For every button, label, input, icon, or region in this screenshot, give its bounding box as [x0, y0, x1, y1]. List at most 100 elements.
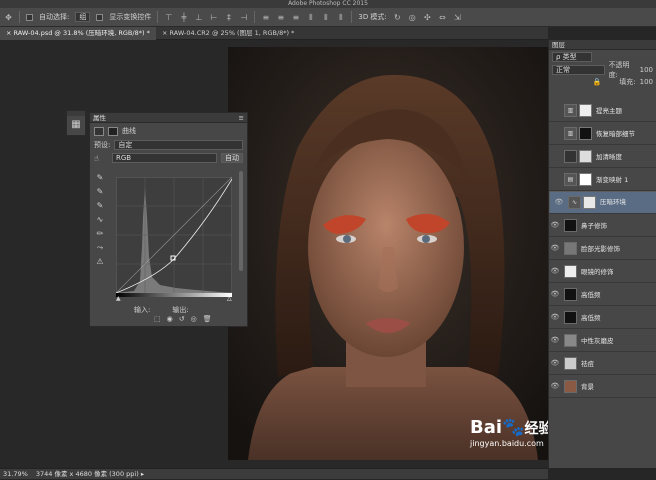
eye-icon[interactable]: 👁: [549, 290, 561, 298]
distribute-right-icon[interactable]: ⦀: [336, 13, 345, 22]
3d-slide-icon[interactable]: ⇔: [438, 13, 447, 22]
layer-row[interactable]: 👁 鼻子修饰: [549, 214, 656, 237]
distribute-left-icon[interactable]: ⦀: [306, 13, 315, 22]
eyedropper-white-icon[interactable]: ✎: [93, 199, 107, 213]
layer-name: 恢复暗部细节: [596, 130, 635, 138]
layer-row[interactable]: 👁 中性灰磨皮: [549, 329, 656, 352]
doc-info[interactable]: 3744 像素 x 4680 像素 (300 ppi): [36, 470, 139, 478]
arrow-right-icon[interactable]: ▸: [141, 470, 144, 478]
3d-roll-icon[interactable]: ◎: [408, 13, 417, 22]
layer-name: 中性灰磨皮: [581, 337, 614, 345]
layer-row[interactable]: 👁 祛痘: [549, 352, 656, 375]
curves-thumb-icon: ∿: [568, 196, 581, 209]
filter-dropdown[interactable]: ρ 类型: [552, 52, 592, 62]
clip-to-layer-icon[interactable]: ⬚: [154, 315, 161, 323]
layer-row[interactable]: 👁 脸部光影修饰: [549, 237, 656, 260]
visibility-icon[interactable]: ◎: [191, 315, 197, 323]
layer-thumb: [564, 379, 577, 393]
portrait-photo: [228, 47, 548, 460]
tab-close-icon[interactable]: ×: [6, 29, 11, 37]
3d-rotate-icon[interactable]: ↻: [393, 13, 402, 22]
opacity-value[interactable]: 100: [640, 66, 653, 74]
3d-scale-icon[interactable]: ⇲: [453, 13, 462, 22]
properties-panel: 属性 ≡ 曲线 预设: 自定 ☝ RGB 自动 ✎ ✎ ✎ ∿ ✏ ⤳ ⚠ ▲ …: [89, 112, 248, 327]
smooth-icon[interactable]: ⤳: [93, 241, 107, 255]
layer-row[interactable]: 加清晰度: [549, 145, 656, 168]
eyedropper-gray-icon[interactable]: ✎: [93, 185, 107, 199]
tab-close-icon[interactable]: ×: [162, 29, 167, 37]
hand-tool-icon[interactable]: ☝: [94, 154, 108, 163]
align-bottom-icon[interactable]: ⊥: [194, 13, 203, 22]
layer-row[interactable]: ▤ 渐变映射 1: [549, 168, 656, 191]
show-transform-checkbox[interactable]: [96, 13, 104, 21]
delete-icon[interactable]: 🗑: [203, 315, 212, 323]
move-tool-icon[interactable]: ✥: [4, 13, 13, 22]
panel-title: 属性: [93, 114, 106, 122]
eye-icon[interactable]: 👁: [549, 382, 561, 390]
panel-menu-icon[interactable]: ≡: [239, 113, 244, 123]
input-label: 输入:: [134, 306, 151, 314]
eye-icon[interactable]: 👁: [549, 221, 561, 229]
reset-icon[interactable]: ↺: [179, 315, 185, 323]
tab-raw04-cr2[interactable]: × RAW-04.CR2 @ 25% (图层 1, RGB/8*) *: [156, 27, 336, 40]
layers-panel: 图层 ρ 类型 正常 不透明度: 100 🔒 填充: 100 ▥ 提亮主题 ▥ 恢复…: [548, 40, 656, 468]
eye-icon[interactable]: 👁: [549, 359, 561, 367]
align-left-icon[interactable]: ⊢: [209, 13, 218, 22]
pencil-icon[interactable]: ✏: [93, 227, 107, 241]
lock-icon[interactable]: 🔒: [593, 78, 602, 86]
layers-panel-header: 图层: [549, 40, 656, 50]
fill-value[interactable]: 100: [640, 78, 653, 86]
auto-select-dropdown[interactable]: 组: [75, 12, 91, 22]
preset-dropdown[interactable]: 自定: [114, 140, 243, 150]
fill-label: 填充:: [619, 77, 636, 86]
layer-row[interactable]: 👁 眼镜的修饰: [549, 260, 656, 283]
mask-icon[interactable]: [108, 126, 118, 136]
align-top-icon[interactable]: ⊤: [164, 13, 173, 22]
layer-row[interactable]: 👁 背景: [549, 375, 656, 398]
layers-tab[interactable]: 图层: [552, 41, 565, 49]
panel-scrollbar[interactable]: [239, 171, 243, 271]
align-middle-icon[interactable]: ╪: [179, 13, 188, 22]
tab-raw04-psd[interactable]: × RAW-04.psd @ 31.8% (压暗环境, RGB/8*) *: [0, 27, 156, 40]
layer-name: 提亮主题: [596, 107, 622, 115]
layer-name: 高低频: [581, 291, 601, 299]
eye-icon[interactable]: 👁: [553, 198, 565, 207]
layer-name: 脸部光影修饰: [581, 245, 620, 253]
white-point-slider[interactable]: △: [227, 295, 232, 302]
distribute-top-icon[interactable]: ≡: [261, 13, 270, 22]
layer-row[interactable]: 👁 ∿ 压暗环境: [549, 191, 656, 214]
distribute-center-icon[interactable]: ⦀: [321, 13, 330, 22]
layer-row[interactable]: 👁 高低频: [549, 306, 656, 329]
align-right-icon[interactable]: ⊣: [239, 13, 248, 22]
align-center-icon[interactable]: ‡: [224, 13, 233, 22]
eye-icon[interactable]: 👁: [549, 244, 561, 252]
black-point-slider[interactable]: ▲: [116, 295, 121, 302]
eye-icon[interactable]: 👁: [549, 313, 561, 321]
layer-row[interactable]: ▥ 恢复暗部细节: [549, 122, 656, 145]
layer-thumb: [564, 149, 577, 163]
channel-dropdown[interactable]: RGB: [112, 153, 217, 163]
curve-point-icon[interactable]: ∿: [93, 213, 107, 227]
clipping-warning-icon[interactable]: ⚠: [93, 255, 107, 269]
document-image[interactable]: [228, 47, 548, 460]
properties-panel-icon[interactable]: ▦: [67, 116, 85, 134]
eye-icon[interactable]: 👁: [549, 336, 561, 344]
curve-graph[interactable]: [116, 177, 232, 293]
layer-row[interactable]: ▥ 提亮主题: [549, 99, 656, 122]
auto-button[interactable]: 自动: [221, 153, 243, 163]
io-row: 输入: 输出:: [134, 305, 189, 315]
view-previous-icon[interactable]: ◉: [167, 315, 173, 323]
zoom-level[interactable]: 31.79%: [3, 470, 28, 478]
distribute-bottom-icon[interactable]: ≡: [291, 13, 300, 22]
auto-select-checkbox[interactable]: [26, 13, 33, 21]
layer-thumb: [564, 310, 577, 324]
layer-mask: [579, 126, 592, 140]
layer-row[interactable]: 👁 高低频: [549, 283, 656, 306]
3d-pan-icon[interactable]: ✣: [423, 13, 432, 22]
gradient-map-thumb-icon: ▤: [564, 172, 577, 186]
auto-select-label: 自动选择:: [39, 13, 70, 21]
blend-mode-dropdown[interactable]: 正常: [552, 65, 605, 75]
distribute-middle-icon[interactable]: ≡: [276, 13, 285, 22]
eye-icon[interactable]: 👁: [549, 267, 561, 275]
eyedropper-black-icon[interactable]: ✎: [93, 171, 107, 185]
